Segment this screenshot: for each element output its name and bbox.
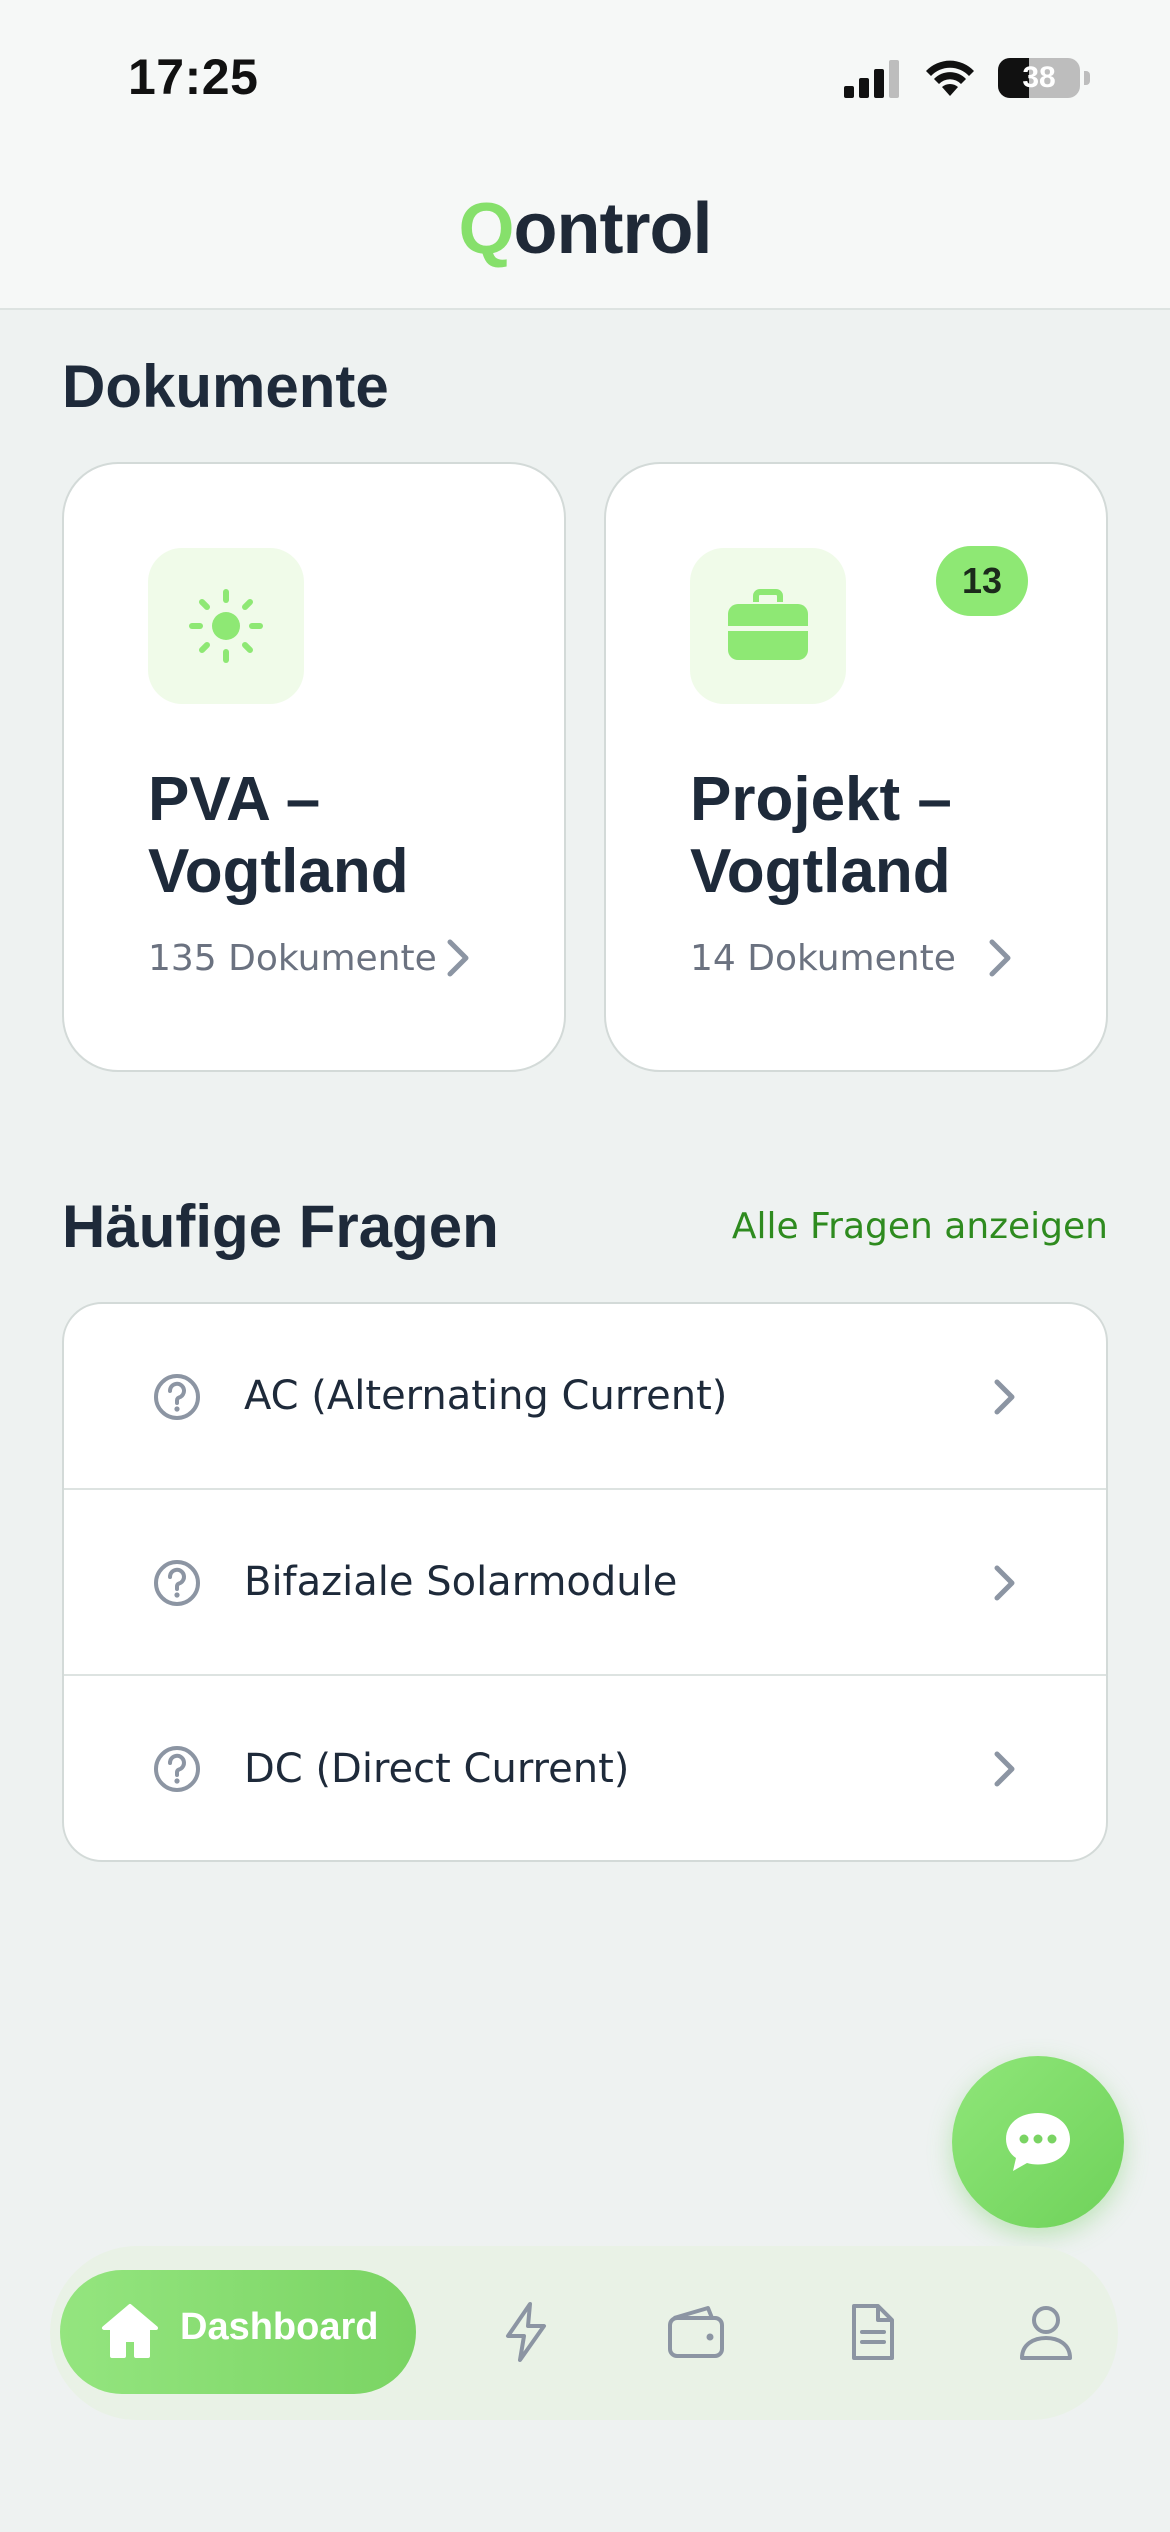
title-line-1: PVA – [148, 765, 321, 834]
bottom-navigation: Dashboard [50, 2246, 1118, 2420]
user-icon[interactable] [1014, 2300, 1078, 2364]
title-line-2: Vogtland [690, 837, 951, 906]
app-header: Qontrol [0, 150, 1170, 310]
wallet-icon[interactable] [664, 2300, 728, 2364]
document-count: 14 Dokumente [690, 938, 956, 979]
battery-tip [1084, 71, 1090, 85]
wifi-icon [926, 60, 974, 96]
logo-text: ontrol [513, 189, 713, 269]
nav-dashboard[interactable]: Dashboard [60, 2270, 416, 2394]
question-circle-icon [154, 1374, 200, 1420]
document-card-title: Projekt – Vogtland [690, 764, 1080, 908]
notification-badge: 13 [936, 546, 1028, 616]
status-icons: 38 [842, 56, 1090, 100]
faq-item[interactable]: Bifaziale Solarmodule [64, 1490, 1106, 1676]
document-count: 135 Dokumente [148, 938, 437, 979]
all-questions-link[interactable]: Alle Fragen anzeigen [732, 1206, 1108, 1247]
app-logo: Qontrol [0, 188, 1170, 270]
battery-level: 38 [1022, 61, 1056, 94]
document-icon[interactable] [840, 2300, 904, 2364]
faq-item[interactable]: AC (Alternating Current) [64, 1304, 1106, 1490]
faq-list: AC (Alternating Current) Bifaziale Solar… [62, 1302, 1108, 1862]
sun-icon [189, 589, 263, 663]
battery-indicator: 38 [998, 58, 1080, 98]
lightning-icon[interactable] [494, 2300, 558, 2364]
signal-icon [844, 60, 899, 98]
faq-label: AC (Alternating Current) [244, 1373, 728, 1419]
document-card-pva[interactable]: PVA – Vogtland 135 Dokumente [62, 462, 566, 1072]
faq-item[interactable]: DC (Direct Current) [64, 1676, 1106, 1860]
document-icon-box [148, 548, 304, 704]
title-line-2: Vogtland [148, 837, 409, 906]
nav-dashboard-label: Dashboard [180, 2306, 379, 2348]
documents-title: Dokumente [62, 353, 389, 420]
chevron-right-icon [994, 1565, 1015, 1601]
chevron-right-icon [994, 1751, 1015, 1787]
document-icon-box [690, 548, 846, 704]
document-card-projekt[interactable]: 13 Projekt – Vogtland 14 Dokumente [604, 462, 1108, 1072]
chat-bubble-icon [1006, 2113, 1070, 2171]
home-icon [102, 2304, 158, 2358]
status-time: 17:25 [128, 49, 259, 105]
faq-label: Bifaziale Solarmodule [244, 1559, 678, 1605]
chevron-right-icon [994, 1379, 1015, 1415]
status-bar: 17:25 38 [0, 0, 1170, 150]
faq-label: DC (Direct Current) [244, 1746, 630, 1792]
document-card-title: PVA – Vogtland [148, 764, 538, 908]
question-circle-icon [154, 1746, 200, 1792]
chat-button[interactable] [952, 2056, 1124, 2228]
logo-q: Q [458, 189, 515, 269]
faq-title: Häufige Fragen [62, 1193, 499, 1260]
chevron-right-icon [989, 939, 1011, 977]
title-line-1: Projekt – [690, 765, 952, 834]
briefcase-icon [728, 589, 808, 660]
question-circle-icon [154, 1560, 200, 1606]
chevron-right-icon [447, 939, 469, 977]
